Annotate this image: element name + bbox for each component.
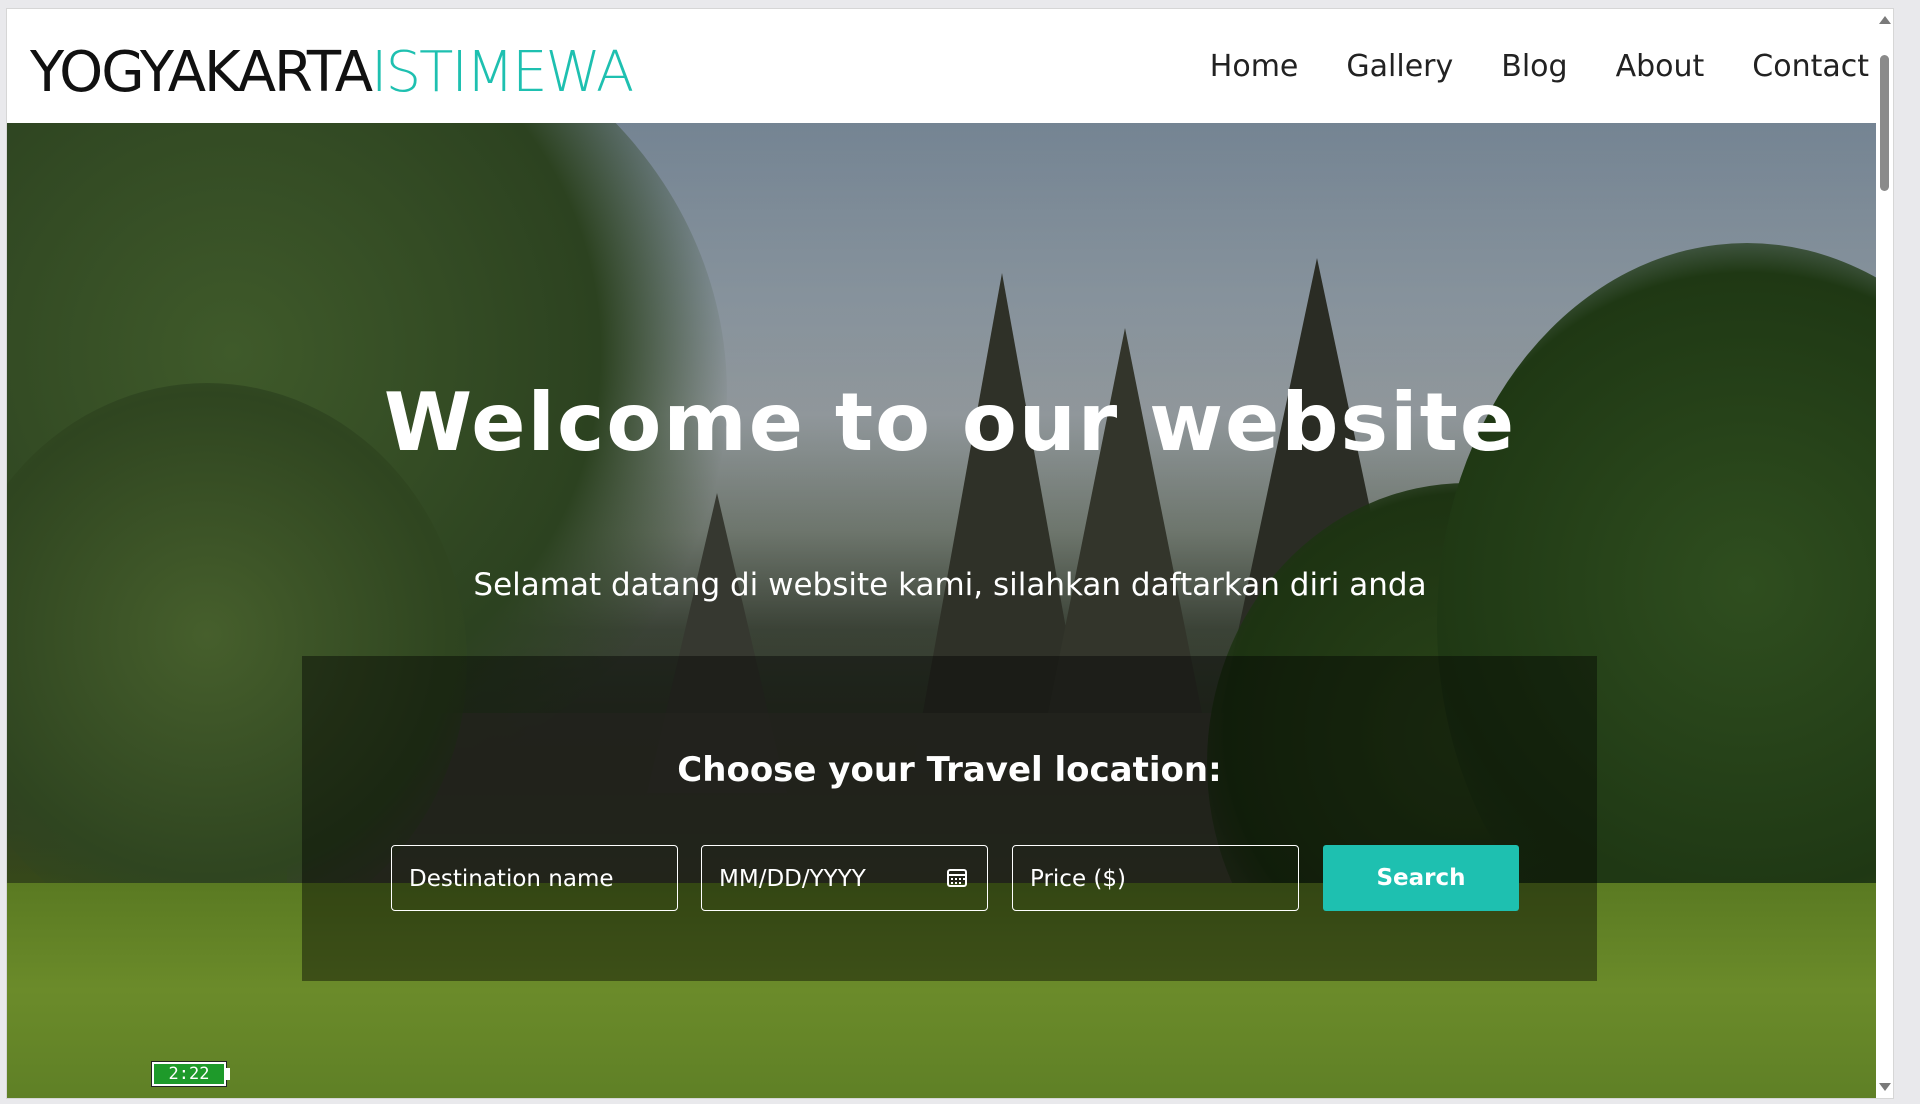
- scroll-down-arrow-icon[interactable]: [1879, 1083, 1891, 1091]
- main-nav: Home Gallery Blog About Contact: [1210, 49, 1869, 84]
- nav-contact-link[interactable]: Contact: [1752, 49, 1869, 84]
- price-input[interactable]: Price ($): [1012, 845, 1299, 911]
- nav-about-link[interactable]: About: [1616, 49, 1705, 84]
- hero-subtitle: Selamat datang di website kami, silahkan…: [473, 567, 1427, 603]
- nav-blog-link[interactable]: Blog: [1501, 49, 1567, 84]
- date-input[interactable]: MM/DD/YYYY: [701, 845, 988, 911]
- site-navbar: YOGYAKARTAISTIMEWA Home Gallery Blog Abo…: [7, 9, 1893, 123]
- date-placeholder: MM/DD/YYYY: [719, 866, 866, 892]
- logo-main-text: YOGYAKARTA: [30, 40, 373, 105]
- travel-search-panel: Choose your Travel location: Destination…: [302, 656, 1597, 981]
- logo-accent-text: ISTIMEWA: [371, 40, 634, 105]
- scroll-up-arrow-icon[interactable]: [1879, 16, 1891, 24]
- search-heading: Choose your Travel location:: [677, 750, 1222, 790]
- browser-viewport: YOGYAKARTAISTIMEWA Home Gallery Blog Abo…: [6, 8, 1894, 1099]
- hero-title: Welcome to our website: [383, 376, 1517, 469]
- destination-input[interactable]: Destination name: [391, 845, 678, 911]
- battery-time-indicator: 2:22: [151, 1061, 227, 1087]
- calendar-icon[interactable]: [947, 869, 967, 887]
- vertical-scrollbar[interactable]: [1876, 9, 1893, 1098]
- hero-section: Welcome to our website Selamat datang di…: [7, 123, 1893, 1098]
- battery-icon: [225, 1068, 230, 1080]
- site-logo[interactable]: YOGYAKARTAISTIMEWA: [30, 35, 634, 111]
- nav-home-link[interactable]: Home: [1210, 49, 1299, 84]
- nav-gallery-link[interactable]: Gallery: [1346, 49, 1453, 84]
- scroll-thumb[interactable]: [1880, 55, 1889, 191]
- search-button[interactable]: Search: [1323, 845, 1519, 911]
